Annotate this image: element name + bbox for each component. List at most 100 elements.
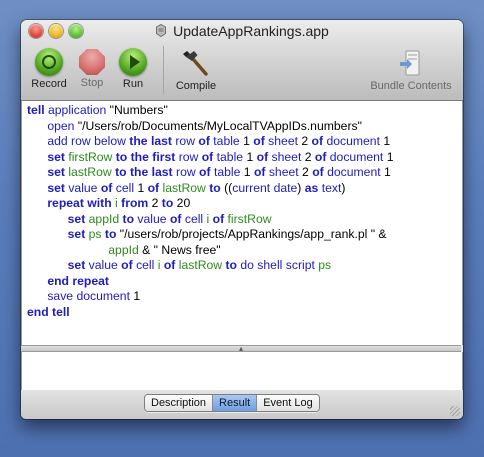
script-token: sheet — [268, 165, 303, 179]
script-token — [27, 243, 108, 257]
script-token: of — [199, 165, 214, 179]
script-token: text — [321, 180, 342, 195]
script-line: set appId to value of cell i of firstRow — [27, 212, 393, 228]
script-token: table — [216, 149, 247, 164]
run-label: Run — [122, 78, 144, 90]
script-editor[interactable]: tell application "Numbers" open "/Users/… — [21, 101, 463, 345]
script-token: set — [27, 227, 89, 241]
script-token: of — [169, 211, 185, 226]
script-token: ) — [341, 180, 346, 195]
script-token: do shell script — [240, 258, 319, 272]
script-token: the last — [129, 134, 176, 148]
script-token: to — [225, 258, 241, 272]
script-token: to — [209, 180, 225, 195]
script-token: of — [163, 258, 179, 272]
script-token: set — [27, 258, 89, 272]
script-token: as — [304, 180, 322, 195]
script-token: to the last — [115, 165, 177, 179]
script-token: value — [68, 180, 101, 195]
script-text[interactable]: tell application "Numbers" open "/Users/… — [27, 103, 393, 320]
script-token: appId — [88, 211, 123, 226]
stop-label: Stop — [80, 77, 104, 89]
window-title-text: UpdateAppRankings.app — [173, 23, 329, 39]
result-pane[interactable] — [21, 352, 463, 391]
script-token: of — [312, 165, 328, 179]
script-token: 1 — [243, 165, 254, 179]
script-token: 2 — [302, 165, 313, 179]
script-token: repeat with — [27, 196, 116, 210]
script-token: "/users/rob/projects/AppRankings/app_ran… — [119, 227, 387, 241]
script-line: set ps to "/users/rob/projects/AppRankin… — [27, 227, 393, 243]
script-token: 1 — [384, 165, 391, 179]
record-label: Record — [31, 78, 67, 90]
script-token: set — [27, 149, 69, 164]
script-token: firstRow — [68, 149, 116, 164]
bundle-contents-icon — [400, 50, 420, 76]
script-token: save — [27, 289, 77, 303]
script-line: end tell — [27, 305, 393, 321]
record-button[interactable]: Record — [31, 48, 67, 90]
script-line: set lastRow to the last row of table 1 o… — [27, 165, 393, 181]
pane-splitter[interactable]: ▴ — [21, 344, 461, 353]
script-line: tell application "Numbers" — [27, 103, 393, 119]
script-token: below — [94, 134, 130, 148]
compile-label: Compile — [175, 80, 217, 92]
stop-icon — [79, 49, 105, 75]
script-token: of — [256, 149, 272, 164]
script-token: document — [327, 165, 385, 179]
script-token: 1 — [383, 134, 391, 148]
script-token: document — [326, 134, 384, 148]
tab-event-log[interactable]: Event Log — [257, 395, 319, 411]
script-token: appId — [108, 242, 143, 257]
resize-grip-icon[interactable] — [450, 406, 460, 416]
script-token: of — [314, 149, 330, 164]
script-token: table — [213, 165, 244, 179]
script-token: open — [27, 118, 78, 133]
script-token: document — [329, 149, 387, 164]
applet-icon — [156, 24, 167, 37]
toolbar-separator — [163, 46, 164, 94]
tab-description[interactable]: Description — [145, 395, 214, 411]
script-token: 1 — [243, 134, 254, 148]
bundle-contents-button[interactable]: Bundle Contents — [363, 48, 459, 92]
script-token: to — [122, 211, 138, 226]
bundle-contents-label: Bundle Contents — [370, 80, 452, 92]
script-token: 2 — [151, 196, 162, 210]
script-line: save document 1 — [27, 289, 393, 305]
script-token: table — [213, 134, 244, 148]
script-token: "/Users/rob/Documents/MyLocalTVAppIDs.nu… — [77, 118, 362, 133]
compile-button[interactable]: Compile — [171, 48, 221, 92]
script-token: cell — [115, 180, 138, 195]
script-line: open "/Users/rob/Documents/MyLocalTVAppI… — [27, 119, 393, 135]
script-token: set — [27, 211, 89, 226]
script-token: of — [253, 134, 269, 148]
script-token: sheet — [271, 149, 305, 164]
script-token: firstRow — [227, 211, 272, 226]
script-token: 20 — [176, 196, 191, 210]
script-line: set value of cell 1 of lastRow to ((curr… — [27, 181, 393, 197]
script-token: 2 — [301, 134, 312, 148]
script-token: of — [121, 258, 137, 272]
script-token: to the first — [115, 149, 179, 164]
script-line: set firstRow to the first row of table 1… — [27, 150, 393, 166]
stop-button[interactable]: Stop — [78, 48, 106, 89]
script-token: ps — [318, 258, 332, 272]
script-token: row — [176, 165, 200, 179]
script-token: to — [161, 196, 177, 210]
script-token: of — [147, 180, 163, 195]
script-line: repeat with i from 2 to 20 — [27, 196, 393, 212]
script-token: of — [100, 180, 116, 195]
splitter-dimple-icon: ▴ — [238, 344, 243, 353]
script-token: sheet — [268, 134, 302, 148]
script-token: of — [201, 149, 217, 164]
script-token: from — [121, 196, 152, 210]
script-line: set value of cell i of lastRow to do she… — [27, 258, 393, 274]
tab-result[interactable]: Result — [213, 395, 258, 411]
script-token: end repeat — [27, 273, 109, 288]
script-editor-window: UpdateAppRankings.app Record Stop Run Co… — [21, 20, 463, 419]
title-bar[interactable]: UpdateAppRankings.app Record Stop Run Co… — [21, 20, 463, 101]
script-token: add row — [27, 134, 95, 148]
run-button[interactable]: Run — [119, 48, 147, 90]
script-line: add row below the last row of table 1 of… — [27, 134, 393, 150]
script-token: 1 — [246, 149, 257, 164]
